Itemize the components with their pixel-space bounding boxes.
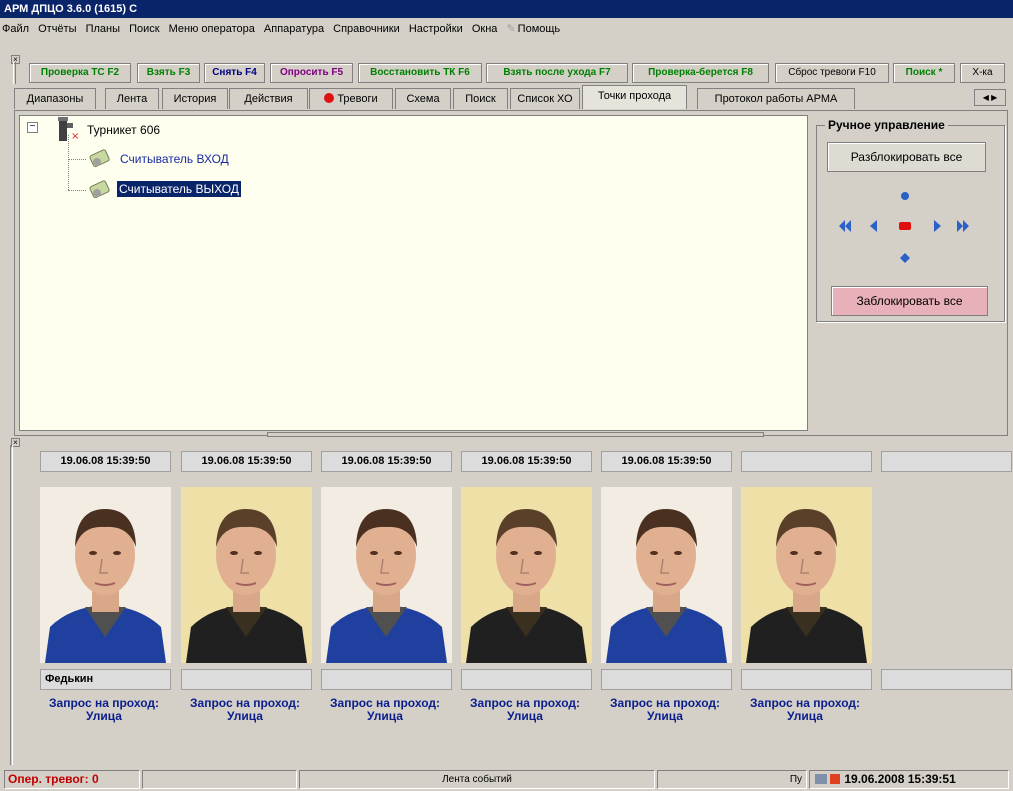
person-photo (601, 487, 732, 663)
status-datetime-cell: 19.06.2008 15:39:51 (809, 770, 1009, 789)
alarm-count: Опер. тревог: 0 (4, 770, 140, 789)
both-ways-icon[interactable] (900, 253, 910, 263)
pass-request-text: Запрос на проход: Улица (610, 696, 720, 723)
person-name (181, 669, 312, 690)
tab-history[interactable]: История (162, 88, 228, 109)
tab-search[interactable]: Поиск (453, 88, 508, 109)
pass-up-icon[interactable] (901, 192, 909, 200)
arm-after-leave-button[interactable]: Взять после ухода F7 (486, 63, 628, 83)
person-photo (181, 487, 312, 663)
menu-search[interactable]: Поиск (129, 23, 159, 35)
tab-actions[interactable]: Действия (229, 88, 308, 109)
event-time: 19.06.08 15:39:50 (601, 451, 732, 472)
tab-ranges[interactable]: Диапазоны (14, 88, 96, 109)
person-photo (321, 487, 452, 663)
alarm-status-icon (830, 774, 841, 784)
person-photo (461, 487, 592, 663)
menu-help[interactable]: ✎ Помощь (506, 18, 566, 40)
pass-request-text: Запрос на проход: Улица (190, 696, 300, 723)
collapse-icon[interactable]: − (27, 122, 38, 133)
poll-button[interactable]: Опросить F5 (270, 63, 353, 83)
left-icon[interactable] (870, 220, 877, 232)
search-button[interactable]: Поиск * (893, 63, 955, 83)
unlock-all-button[interactable]: Разблокировать все (827, 142, 986, 172)
turnstile-icon: × (58, 117, 79, 142)
event-time: 19.06.08 15:39:50 (461, 451, 592, 472)
person-name: Федькин (40, 669, 171, 690)
pass-request-text: Запрос на проход: Улица (49, 696, 159, 723)
status-mode: Пу (657, 770, 807, 789)
person-name (601, 669, 732, 690)
tree-item-reader-in[interactable]: Считыватель ВХОД (120, 152, 229, 166)
person-name (741, 669, 872, 690)
pass-request-text: Запрос на проход: Улица (330, 696, 440, 723)
menu-bar: Файл Отчёты Планы Поиск Меню оператора А… (0, 18, 1013, 40)
reader-card-icon (89, 149, 110, 168)
event-time: 19.06.08 15:39:50 (181, 451, 312, 472)
feed-frame-edge (10, 445, 13, 765)
restore-tk-button[interactable]: Восстановить ТК F6 (358, 63, 482, 83)
menu-directories[interactable]: Справочники (333, 23, 400, 35)
reset-alarm-button[interactable]: Сброс тревоги F10 (775, 63, 889, 83)
status-cell-empty (142, 770, 297, 789)
check-ts-button[interactable]: Проверка ТС F2 (29, 63, 131, 83)
menu-operator[interactable]: Меню оператора (169, 23, 255, 35)
tab-alarms[interactable]: Тревоги (309, 88, 393, 109)
person-photo (741, 487, 872, 663)
event-time (881, 451, 1012, 472)
panel-splitter[interactable] (267, 432, 764, 437)
status-datetime: 19.06.2008 15:39:51 (844, 772, 956, 786)
tree-line (68, 135, 69, 190)
manual-control-title: Ручное управление (825, 118, 948, 132)
pass-request-text: Запрос на проход: Улица (470, 696, 580, 723)
person-name (321, 669, 452, 690)
person-photo (40, 487, 171, 663)
toolbar-grip[interactable] (13, 62, 16, 84)
reader-card-icon (89, 180, 110, 199)
tab-alarms-label: Тревоги (337, 93, 378, 105)
menu-windows[interactable]: Окна (472, 23, 498, 35)
fast-right-icon[interactable] (957, 220, 969, 232)
person-name (881, 669, 1012, 690)
tab-arm-protocol[interactable]: Протокол работы АРМА (697, 88, 855, 109)
tab-pass-points[interactable]: Точки прохода (582, 85, 687, 109)
tab-xo-list[interactable]: Список ХО (510, 88, 580, 109)
characteristics-button[interactable]: Х-ка (960, 63, 1005, 83)
menu-settings[interactable]: Настройки (409, 23, 463, 35)
tree-line (68, 190, 86, 191)
tree-line (68, 159, 86, 160)
menu-reports[interactable]: Отчёты (38, 23, 76, 35)
right-icon[interactable] (934, 220, 941, 232)
pass-request-text: Запрос на проход: Улица (750, 696, 860, 723)
direction-pad (839, 192, 969, 263)
check-arming-button[interactable]: Проверка-берется F8 (632, 63, 769, 83)
person-name (461, 669, 592, 690)
event-time: 19.06.08 15:39:50 (40, 451, 171, 472)
menu-file[interactable]: Файл (2, 23, 29, 35)
lock-all-button[interactable]: Заблокировать все (831, 286, 988, 316)
tab-scroll-arrows[interactable]: ◀ ▶ (974, 89, 1006, 106)
svg-text:×: × (71, 131, 79, 142)
stop-icon[interactable] (899, 222, 911, 230)
monitor-icon (815, 774, 827, 784)
menu-hardware[interactable]: Аппаратура (264, 23, 324, 35)
menu-help-label: Помощь (517, 23, 561, 35)
tree-root-label[interactable]: Турникет 606 (87, 123, 160, 137)
fast-left-icon[interactable] (839, 220, 851, 232)
event-time (741, 451, 872, 472)
menu-plans[interactable]: Планы (86, 23, 120, 35)
arm-button[interactable]: Взять F3 (137, 63, 200, 83)
status-feed-label: Лента событий (299, 770, 655, 789)
tab-scheme[interactable]: Схема (395, 88, 451, 109)
help-icon: ✎ (506, 23, 516, 35)
alarm-red-icon (324, 93, 335, 103)
window-title: АРМ ДПЦО 3.6.0 (1615) С (0, 0, 1013, 18)
event-time: 19.06.08 15:39:50 (321, 451, 452, 472)
disarm-button[interactable]: Снять F4 (204, 63, 265, 83)
tree-item-reader-out[interactable]: Считыватель ВЫХОД (116, 180, 242, 198)
tab-feed[interactable]: Лента (105, 88, 159, 109)
tab-bar: Диапазоны Лента История Действия Тревоги… (14, 85, 1008, 110)
